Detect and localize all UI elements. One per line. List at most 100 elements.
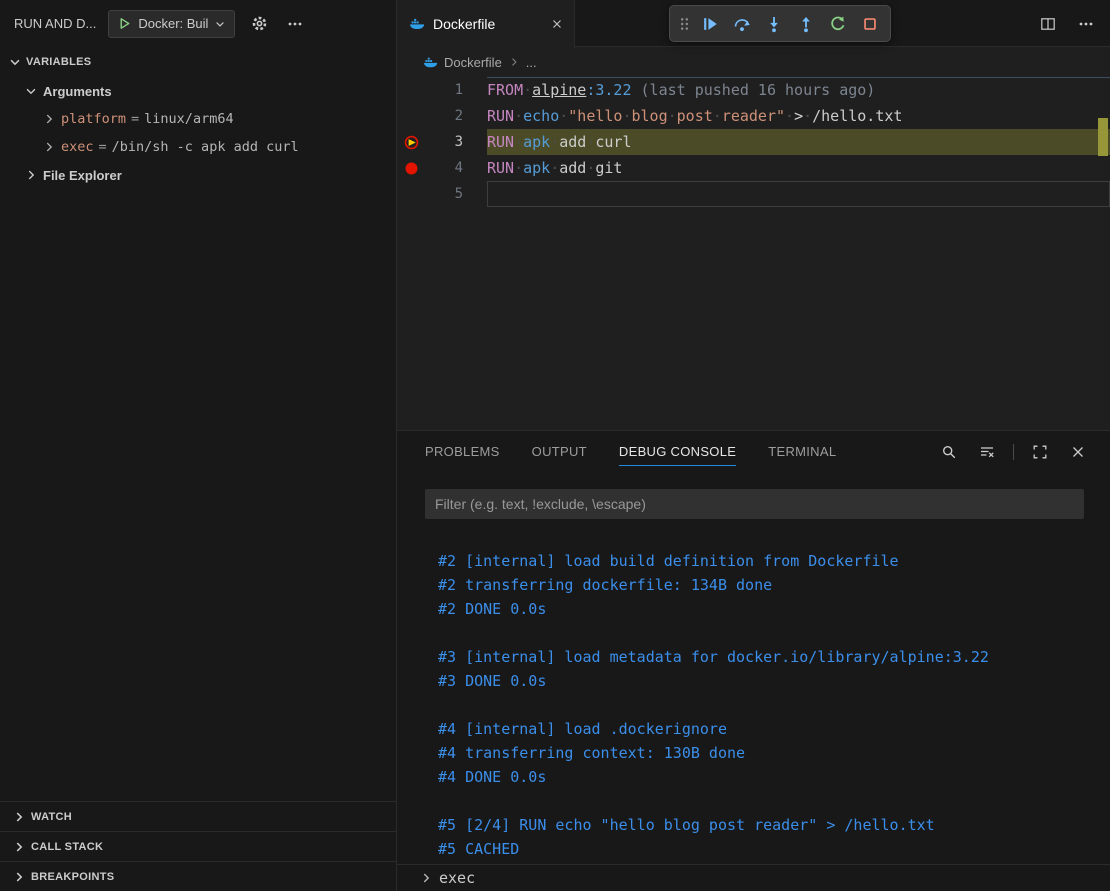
search-icon[interactable]	[937, 440, 961, 464]
code-token: ·	[523, 81, 532, 99]
code-token: ·	[713, 107, 722, 125]
debug-toolbar	[669, 5, 891, 42]
variable-equals: =	[131, 111, 139, 127]
variable-value: /bin/sh -c apk add curl	[112, 139, 299, 155]
section-label: WATCH	[31, 811, 72, 823]
docker-whale-icon	[423, 55, 438, 70]
code-token: echo	[523, 107, 559, 125]
console-item-exec[interactable]: exec	[397, 864, 1110, 891]
step-over-button[interactable]	[727, 9, 757, 39]
step-out-button[interactable]	[791, 9, 821, 39]
code-token: /hello.txt	[812, 107, 902, 125]
vscode-window: RUN AND D... Docker: Buil VARIABLE	[0, 0, 1110, 891]
arguments-list: platform=linux/arm64exec=/bin/sh -c apk …	[0, 105, 396, 161]
launch-config-label: Docker: Buil	[138, 16, 208, 31]
line-number: 1	[425, 77, 463, 103]
chevron-right-icon	[419, 871, 433, 885]
sidebar-header: RUN AND D... Docker: Buil	[0, 0, 396, 47]
variable-name: platform	[61, 111, 126, 127]
section-watch[interactable]: WATCH	[0, 801, 396, 831]
code-token: >	[794, 107, 803, 125]
breadcrumb-file[interactable]: Dockerfile	[444, 55, 502, 70]
more-actions-icon[interactable]	[283, 12, 307, 36]
code-token: ·	[622, 107, 631, 125]
code-token: RUN	[487, 107, 514, 125]
code-line: 1 FROM·alpine:3.22 (last pushed 16 hours …	[397, 77, 1110, 103]
code-text[interactable]: RUN·apk·add·curl	[487, 129, 1110, 155]
scope-arguments[interactable]: Arguments	[0, 77, 396, 105]
section-call-stack[interactable]: CALL STACK	[0, 831, 396, 861]
console-line: #4 [internal] load .dockerignore	[438, 717, 1110, 741]
close-icon[interactable]	[550, 17, 564, 31]
code-text[interactable]: FROM·alpine:3.22 (last pushed 16 hours a…	[487, 77, 1110, 103]
chevron-right-icon	[24, 168, 38, 182]
launch-config-dropdown[interactable]: Docker: Buil	[108, 10, 235, 38]
breadcrumb: Dockerfile ...	[397, 47, 1110, 77]
section-breakpoints[interactable]: BREAKPOINTS	[0, 861, 396, 891]
line-number: 2	[425, 103, 463, 129]
debug-start-icon[interactable]	[117, 16, 132, 31]
code-token: ·	[668, 107, 677, 125]
debug-current-line-icon[interactable]	[397, 129, 425, 155]
breakpoint-margin[interactable]	[397, 77, 425, 103]
overview-ruler	[1096, 47, 1110, 430]
panel-tab-problems[interactable]: PROBLEMS	[425, 439, 500, 466]
variable-row-exec[interactable]: exec=/bin/sh -c apk add curl	[0, 133, 396, 161]
code-text[interactable]: RUN·apk·add·git	[487, 155, 1110, 181]
variables-section-label: VARIABLES	[26, 56, 91, 68]
debug-console-output: #2 [internal] load build definition from…	[397, 519, 1110, 864]
sidebar-title: RUN AND D...	[14, 16, 96, 31]
breadcrumb-more[interactable]: ...	[526, 55, 537, 70]
chevron-down-icon	[24, 84, 38, 98]
settings-gear-icon[interactable]	[247, 12, 271, 36]
panel-tab-terminal[interactable]: TERMINAL	[768, 439, 836, 466]
code-token: ·	[559, 107, 568, 125]
panel-tab-debug-console[interactable]: DEBUG CONSOLE	[619, 439, 736, 466]
scope-file-explorer[interactable]: File Explorer	[0, 161, 396, 189]
continue-button[interactable]	[695, 9, 725, 39]
console-line: #2 [internal] load build definition from…	[438, 549, 1110, 573]
maximize-panel-icon[interactable]	[1028, 440, 1052, 464]
section-variables[interactable]: VARIABLES	[0, 47, 396, 77]
exec-label: exec	[439, 869, 475, 887]
step-into-button[interactable]	[759, 9, 789, 39]
console-line: #3 DONE 0.0s	[438, 669, 1110, 693]
line-number: 4	[425, 155, 463, 181]
docker-whale-icon	[409, 16, 425, 32]
panel-tab-bar: PROBLEMS OUTPUT DEBUG CONSOLE TERMINAL	[397, 431, 1110, 473]
chevron-right-icon	[12, 840, 26, 854]
chevron-right-icon	[42, 112, 56, 126]
breakpoint-icon[interactable]	[397, 155, 425, 181]
filter-input[interactable]	[425, 489, 1084, 519]
breakpoint-margin[interactable]	[397, 181, 425, 207]
stop-button[interactable]	[855, 9, 885, 39]
code-text[interactable]	[487, 181, 1110, 207]
gripper-icon[interactable]	[675, 9, 693, 39]
console-line	[438, 693, 1110, 717]
tab-dockerfile[interactable]: Dockerfile	[397, 0, 575, 48]
code-line: 4 RUN·apk·add·git	[397, 155, 1110, 181]
panel-tab-output[interactable]: OUTPUT	[532, 439, 587, 466]
console-line: #4 transferring context: 130B done	[438, 741, 1110, 765]
chevron-right-icon	[42, 140, 56, 154]
run-and-debug-sidebar: RUN AND D... Docker: Buil VARIABLE	[0, 0, 397, 891]
editor-top-border	[487, 77, 1110, 78]
section-label: BREAKPOINTS	[31, 871, 114, 883]
breakpoint-margin[interactable]	[397, 103, 425, 129]
close-panel-icon[interactable]	[1066, 440, 1090, 464]
divider	[1013, 444, 1014, 460]
variables-tree: Arguments platform=linux/arm64exec=/bin/…	[0, 77, 396, 801]
bottom-panel: PROBLEMS OUTPUT DEBUG CONSOLE TERMINAL	[397, 430, 1110, 891]
code-text[interactable]: RUN·echo·"hello·blog·post·reader"·>·/hel…	[487, 103, 1110, 129]
variable-name: exec	[61, 139, 94, 155]
more-actions-icon[interactable]	[1074, 12, 1098, 36]
section-label: CALL STACK	[31, 841, 103, 853]
restart-button[interactable]	[823, 9, 853, 39]
variable-row-platform[interactable]: platform=linux/arm64	[0, 105, 396, 133]
code-token: add	[559, 133, 586, 151]
split-editor-icon[interactable]	[1036, 12, 1060, 36]
code-token: ·	[514, 107, 523, 125]
file-explorer-scope-label: File Explorer	[43, 168, 122, 183]
sidebar-bottom-sections: WATCH CALL STACK BREAKPOINTS	[0, 801, 396, 891]
clear-console-icon[interactable]	[975, 440, 999, 464]
